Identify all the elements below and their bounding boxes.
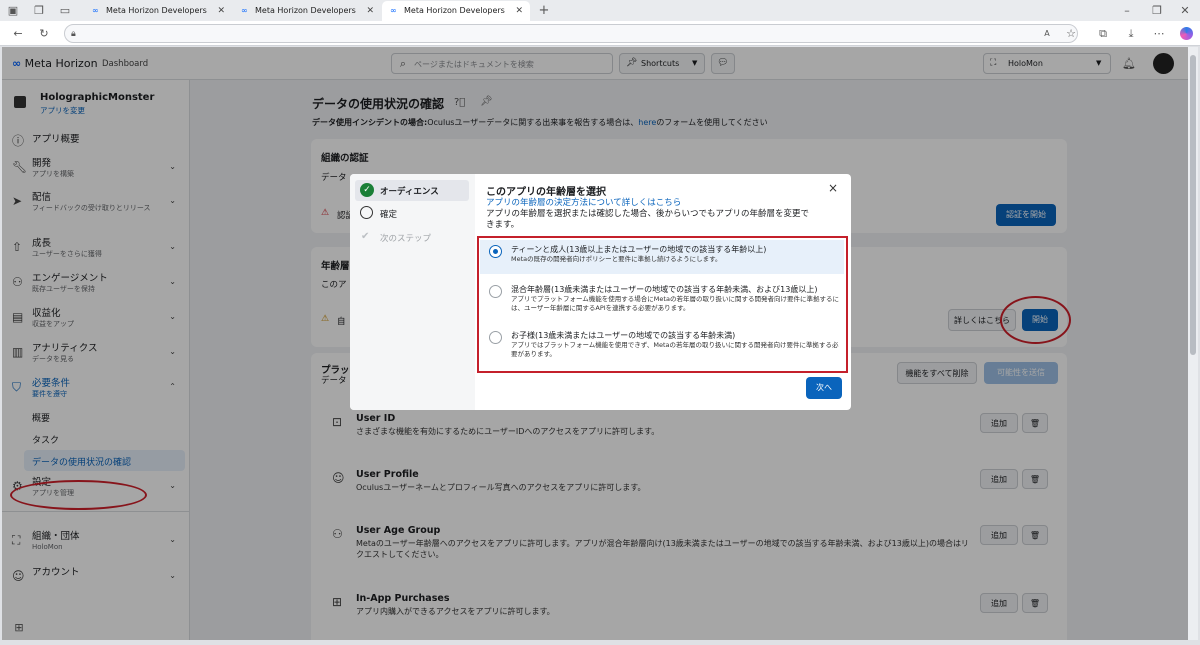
maximize-icon[interactable]: ❐ [1150, 1, 1164, 20]
option-title: 混合年齢層(13歳未満またはユーザーの地域での該当する年齢未満、および13歳以上… [511, 285, 818, 294]
step-disabled-check-icon: ✔ [361, 231, 370, 242]
next-button[interactable]: 次へ [806, 377, 842, 399]
modal-steps-sidebar: ✓ オーディエンス 確定 ✔ 次のステップ [350, 174, 475, 410]
step-audience-active[interactable]: ✓ オーディエンス [355, 180, 469, 201]
radio-selected[interactable] [489, 245, 502, 258]
step-next: 次のステップ [380, 234, 432, 244]
more-icon[interactable]: ⋯ [1152, 24, 1166, 43]
url-field[interactable]: 🔒︎ [64, 24, 1078, 43]
close-tab-icon[interactable]: ✕ [217, 1, 225, 21]
step-circle-icon [360, 206, 373, 219]
downloads-icon[interactable]: ⤓ [1124, 24, 1138, 43]
read-aloud-icon[interactable]: A [1040, 24, 1054, 43]
option-children[interactable]: お子様(13歳未満またはユーザーの地域での該当する年齢未満) アプリではプラット… [480, 326, 844, 366]
meta-favicon-icon: ∞ [390, 6, 397, 15]
radio-unselected[interactable] [489, 331, 502, 344]
new-tab-button[interactable]: + [536, 1, 552, 20]
tab-title: Meta Horizon Developers [255, 6, 356, 15]
option-teens-adults[interactable]: ティーンと成人(13歳以上またはユーザーの地域での該当する年齢以上) Metaの… [480, 240, 844, 274]
radio-unselected[interactable] [489, 285, 502, 298]
step-label: オーディエンス [380, 187, 439, 197]
check-circle-icon: ✓ [360, 183, 374, 197]
option-desc: アプリではプラットフォーム機能を使用できず、Metaの若年層の取り扱いに関する開… [511, 341, 839, 358]
browser-tab-bar: ▣ ❐ ▭ ∞ Meta Horizon Developers ✕ ∞ Meta… [0, 0, 1200, 21]
app-viewport: ∞ Meta Horizon Dashboard ⌕ ページまたはドキュメントを… [2, 47, 1188, 640]
tab-title: Meta Horizon Developers [106, 6, 207, 15]
age-group-learn-more-link[interactable]: アプリの年齢層の決定方法について詳しくはこちら [486, 196, 681, 208]
copilot-icon[interactable] [1180, 27, 1193, 40]
browser-menu-icon[interactable]: ▣ [6, 1, 20, 20]
modal-desc: アプリの年齢層を選択または確認した場合、後からいつでもアプリの年齢層を変更できま… [486, 209, 810, 230]
meta-favicon-icon: ∞ [92, 6, 99, 15]
option-mixed-ages[interactable]: 混合年齢層(13歳未満またはユーザーの地域での該当する年齢未満、および13歳以上… [480, 280, 844, 324]
collections-icon[interactable]: ⧉ [1096, 24, 1110, 43]
tab-actions-icon[interactable]: ▭ [58, 1, 72, 20]
browser-tab-active[interactable]: ∞ Meta Horizon Developers ✕ [382, 1, 530, 21]
tab-title: Meta Horizon Developers [404, 6, 505, 15]
back-icon[interactable]: ← [10, 24, 26, 43]
step-confirm[interactable]: 確定 [380, 208, 397, 220]
scrollbar-thumb[interactable] [1190, 55, 1196, 355]
option-title: お子様(13歳未満またはユーザーの地域での該当する年齢未満) [511, 331, 736, 340]
favorite-star-icon[interactable]: ☆ [1064, 24, 1078, 43]
address-bar-row: ← ↻ 🔒︎ A ☆ ⧉ ⤓ ⋯ [0, 21, 1200, 46]
close-tab-icon[interactable]: ✕ [515, 1, 523, 21]
browser-tab[interactable]: ∞ Meta Horizon Developers ✕ [233, 1, 381, 21]
page-scrollbar[interactable] [1188, 47, 1198, 640]
meta-favicon-icon: ∞ [241, 6, 248, 15]
age-group-modal: ✓ オーディエンス 確定 ✔ 次のステップ このアプリの年齢層を選択 × アプリ… [350, 174, 851, 410]
option-title: ティーンと成人(13歳以上またはユーザーの地域での該当する年齢以上) [511, 245, 767, 254]
workspaces-icon[interactable]: ❐ [32, 1, 46, 20]
lock-icon: 🔒︎ [71, 29, 76, 39]
option-desc: アプリでプラットフォーム機能を使用する場合にMetaの若年層の取り扱いに関する開… [511, 295, 839, 312]
reload-icon[interactable]: ↻ [36, 24, 52, 43]
minimize-icon[interactable]: – [1120, 1, 1134, 20]
browser-tab[interactable]: ∞ Meta Horizon Developers ✕ [84, 1, 232, 21]
close-tab-icon[interactable]: ✕ [366, 1, 374, 21]
option-desc: Metaの既存の開発者向けポリシーと要件に準拠し続けるようにします。 [511, 255, 722, 263]
close-window-icon[interactable]: ✕ [1178, 1, 1192, 20]
close-icon[interactable]: × [828, 181, 838, 195]
